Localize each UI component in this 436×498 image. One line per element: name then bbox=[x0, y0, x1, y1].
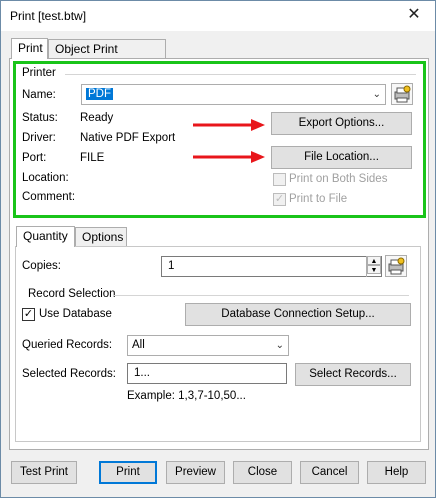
tab-quantity[interactable]: Quantity bbox=[16, 226, 75, 247]
close-button[interactable]: Close bbox=[233, 461, 292, 484]
queried-records-label: Queried Records: bbox=[22, 339, 113, 351]
selected-records-label: Selected Records: bbox=[22, 368, 116, 380]
copies-settings-icon[interactable] bbox=[385, 255, 407, 277]
copies-input[interactable]: 1 bbox=[161, 256, 382, 277]
help-button[interactable]: Help bbox=[367, 461, 426, 484]
tab-object-print-method[interactable]: Object Print Method bbox=[48, 39, 166, 70]
example-hint: Example: 1,3,7-10,50... bbox=[127, 390, 246, 402]
print-dialog: Print [test.btw] ✕ Print Object Print Me… bbox=[0, 0, 436, 498]
preview-button[interactable]: Preview bbox=[166, 461, 225, 484]
queried-records-select[interactable]: All ⌄ bbox=[127, 335, 289, 356]
queried-records-value: All bbox=[132, 339, 145, 351]
record-selection-line bbox=[113, 295, 409, 296]
title-bar: Print [test.btw] ✕ bbox=[1, 1, 435, 31]
tab-options[interactable]: Options bbox=[75, 227, 127, 247]
test-print-button[interactable]: Test Print bbox=[11, 461, 77, 484]
highlight-box bbox=[13, 61, 426, 218]
tab-print[interactable]: Print bbox=[11, 38, 48, 59]
select-records-button[interactable]: Select Records... bbox=[295, 363, 411, 386]
record-selection-label: Record Selection bbox=[28, 288, 116, 300]
copies-label: Copies: bbox=[22, 260, 61, 272]
print-button[interactable]: Print bbox=[99, 461, 157, 484]
selected-records-input[interactable]: 1... bbox=[127, 363, 287, 384]
use-database-checkbox[interactable]: ✓ bbox=[22, 308, 35, 321]
close-icon[interactable]: ✕ bbox=[399, 3, 429, 27]
spin-down-icon[interactable]: ▼ bbox=[367, 265, 381, 274]
copies-stepper[interactable]: ▲ ▼ bbox=[366, 256, 381, 277]
spin-up-icon[interactable]: ▲ bbox=[367, 256, 381, 265]
copies-value: 1 bbox=[168, 260, 175, 272]
database-connection-setup-button[interactable]: Database Connection Setup... bbox=[185, 303, 411, 326]
window-title: Print [test.btw] bbox=[10, 9, 87, 23]
selected-records-value: 1... bbox=[134, 367, 150, 379]
use-database-label: Use Database bbox=[39, 308, 112, 320]
chevron-down-icon: ⌄ bbox=[275, 340, 284, 351]
cancel-button[interactable]: Cancel bbox=[300, 461, 359, 484]
